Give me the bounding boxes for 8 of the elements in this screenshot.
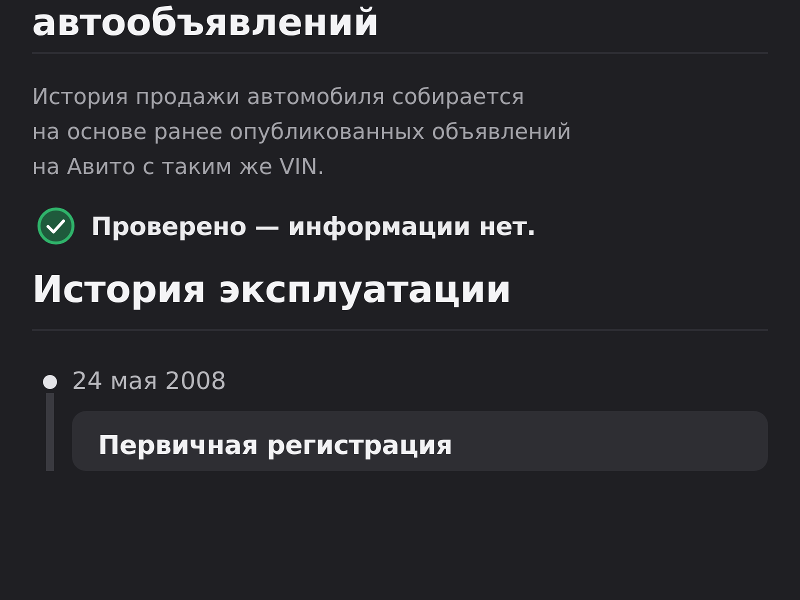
status-text: Проверено — информации нет. bbox=[91, 212, 536, 240]
event-title: Первичная регистрация bbox=[98, 431, 454, 461]
timeline-dot bbox=[43, 375, 57, 389]
event-date: 24 мая 2008 bbox=[72, 366, 228, 397]
description-text: История продажи автомобиля собирается на основе ранее опубликованных объявлений на Авито с таким же VIN. bbox=[32, 84, 572, 182]
section-heading: автообъявлений bbox=[32, 0, 379, 46]
check-circle-icon bbox=[37, 207, 75, 245]
section-heading: История эксплуатации bbox=[32, 267, 512, 313]
